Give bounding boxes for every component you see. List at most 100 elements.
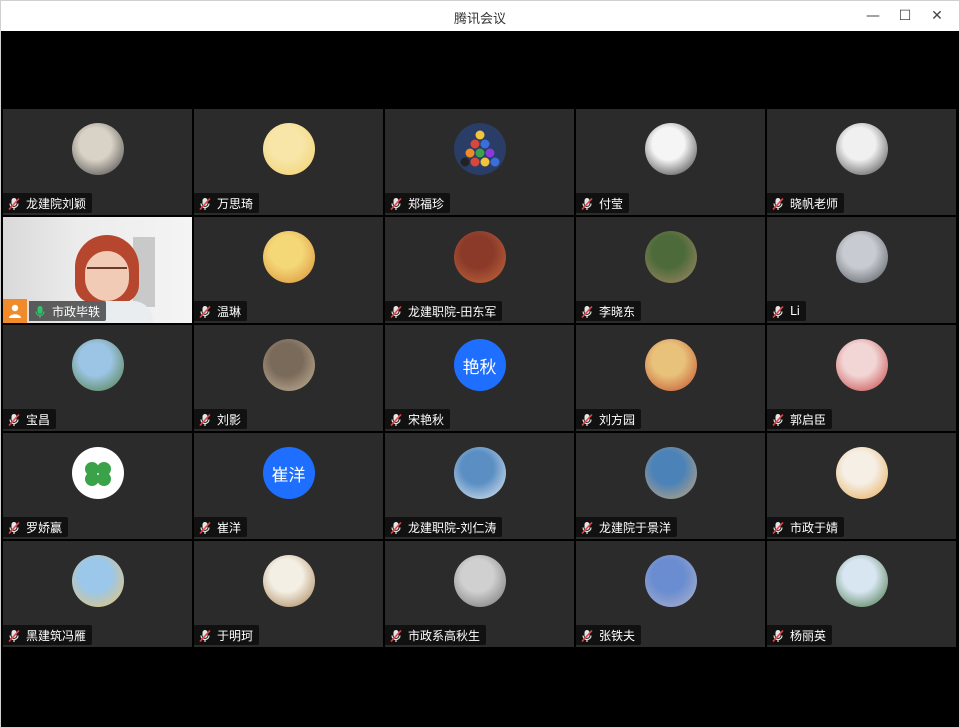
name-label: 龙建职院-田东军 bbox=[385, 301, 503, 321]
name-label: Li bbox=[767, 301, 807, 321]
title-bar[interactable]: 腾讯会议 — ☐ ✕ bbox=[1, 1, 959, 31]
participant-tile[interactable]: 龙建院刘颖 bbox=[3, 109, 192, 215]
participant-name: 龙建职院-刘仁涛 bbox=[408, 520, 497, 535]
name-label: 龙建院于景洋 bbox=[576, 517, 678, 537]
avatar bbox=[453, 447, 506, 499]
microphone-muted-icon bbox=[389, 628, 403, 643]
participant-tile[interactable]: 刘影 bbox=[194, 325, 383, 431]
microphone-muted-icon bbox=[7, 628, 21, 643]
microphone-muted-icon bbox=[198, 412, 212, 427]
participant-tile[interactable]: 杨丽英 bbox=[767, 541, 956, 647]
participant-name: 刘影 bbox=[217, 412, 242, 427]
avatar bbox=[262, 231, 315, 283]
name-label: 郭启臣 bbox=[767, 409, 833, 429]
participant-name: 黑建筑冯雁 bbox=[26, 628, 87, 643]
avatar bbox=[835, 123, 888, 175]
participant-name: 市政系高秋生 bbox=[408, 628, 481, 643]
name-label: 李晓东 bbox=[576, 301, 642, 321]
minimize-button[interactable]: — bbox=[857, 1, 889, 31]
name-label: 市政系高秋生 bbox=[385, 625, 487, 645]
participant-name: 李晓东 bbox=[599, 304, 636, 319]
name-label: 刘影 bbox=[194, 409, 248, 429]
participant-tile[interactable]: 宝昌 bbox=[3, 325, 192, 431]
close-button[interactable]: ✕ bbox=[921, 1, 953, 31]
avatar bbox=[71, 123, 124, 175]
participant-tile[interactable]: 付莹 bbox=[576, 109, 765, 215]
name-label: 温琳 bbox=[194, 301, 248, 321]
avatar bbox=[71, 339, 124, 391]
avatar bbox=[644, 339, 697, 391]
participant-name: 龙建院于景洋 bbox=[599, 520, 672, 535]
participant-name: 龙建院刘颖 bbox=[26, 196, 87, 211]
microphone-muted-icon bbox=[389, 412, 403, 427]
participant-tile[interactable]: 郭启臣 bbox=[767, 325, 956, 431]
participant-tile[interactable]: 龙建院于景洋 bbox=[576, 433, 765, 539]
participant-tile[interactable]: 刘方园 bbox=[576, 325, 765, 431]
participant-tile[interactable]: 龙建职院-刘仁涛 bbox=[385, 433, 574, 539]
microphone-muted-icon bbox=[198, 520, 212, 535]
avatar-initials: 艳秋 bbox=[462, 357, 497, 378]
avatar-initials: 崔洋 bbox=[271, 465, 306, 486]
participant-tile[interactable]: 市政毕轶 bbox=[3, 217, 192, 323]
avatar bbox=[453, 231, 506, 283]
microphone-muted-icon bbox=[389, 520, 403, 535]
microphone-muted-icon bbox=[771, 520, 785, 535]
avatar bbox=[453, 123, 506, 175]
participant-tile[interactable]: 万思琦 bbox=[194, 109, 383, 215]
participant-name: Li bbox=[790, 304, 801, 318]
participant-tile[interactable]: 张铁夫 bbox=[576, 541, 765, 647]
microphone-muted-icon bbox=[771, 304, 785, 319]
maximize-icon: ☐ bbox=[898, 8, 912, 24]
participant-tile[interactable]: 艳秋宋艳秋 bbox=[385, 325, 574, 431]
participant-name: 张铁夫 bbox=[599, 628, 636, 643]
participant-name: 市政毕轶 bbox=[52, 304, 101, 319]
participant-grid: 龙建院刘颖 万思琦 郑福珍 付莹 晓帆老师市政毕轶 温琳 龙建职院-田东军 李晓东 Li 宝昌 刘影… bbox=[3, 109, 957, 649]
microphone-muted-icon bbox=[580, 520, 594, 535]
maximize-button[interactable]: ☐ bbox=[889, 1, 921, 31]
participant-tile[interactable]: 市政系高秋生 bbox=[385, 541, 574, 647]
microphone-muted-icon bbox=[198, 304, 212, 319]
avatar: 艳秋 bbox=[453, 339, 506, 391]
participant-tile[interactable]: 李晓东 bbox=[576, 217, 765, 323]
microphone-muted-icon bbox=[580, 628, 594, 643]
participant-name: 崔洋 bbox=[217, 520, 242, 535]
name-label: 郑福珍 bbox=[385, 193, 451, 213]
participant-tile[interactable]: 温琳 bbox=[194, 217, 383, 323]
name-label: 张铁夫 bbox=[576, 625, 642, 645]
participant-name: 于明珂 bbox=[217, 628, 254, 643]
participant-name: 温琳 bbox=[217, 304, 242, 319]
microphone-muted-icon bbox=[198, 628, 212, 643]
avatar bbox=[262, 555, 315, 607]
host-icon bbox=[3, 299, 27, 323]
participant-tile[interactable]: 市政于婧 bbox=[767, 433, 956, 539]
avatar bbox=[262, 123, 315, 175]
participant-tile[interactable]: Li bbox=[767, 217, 956, 323]
participant-tile[interactable]: 晓帆老师 bbox=[767, 109, 956, 215]
participant-name: 龙建职院-田东军 bbox=[408, 304, 497, 319]
participant-name: 万思琦 bbox=[217, 196, 254, 211]
participant-tile[interactable]: 郑福珍 bbox=[385, 109, 574, 215]
participant-tile[interactable]: 黑建筑冯雁 bbox=[3, 541, 192, 647]
avatar bbox=[71, 555, 124, 607]
avatar bbox=[644, 231, 697, 283]
participant-tile[interactable]: 罗娇赢 bbox=[3, 433, 192, 539]
microphone-muted-icon bbox=[389, 304, 403, 319]
name-label: 黑建筑冯雁 bbox=[3, 625, 93, 645]
avatar bbox=[262, 339, 315, 391]
name-label: 万思琦 bbox=[194, 193, 260, 213]
participant-name: 市政于婧 bbox=[790, 520, 839, 535]
avatar bbox=[644, 555, 697, 607]
avatar bbox=[71, 447, 124, 499]
name-label: 市政毕轶 bbox=[29, 301, 107, 321]
participant-tile[interactable]: 于明珂 bbox=[194, 541, 383, 647]
name-label: 宋艳秋 bbox=[385, 409, 451, 429]
participant-tile[interactable]: 龙建职院-田东军 bbox=[385, 217, 574, 323]
microphone-muted-icon bbox=[771, 412, 785, 427]
participant-tile[interactable]: 崔洋 崔洋 bbox=[194, 433, 383, 539]
microphone-muted-icon bbox=[7, 520, 21, 535]
microphone-muted-icon bbox=[580, 304, 594, 319]
avatar: 崔洋 bbox=[262, 447, 315, 499]
participant-name: 刘方园 bbox=[599, 412, 636, 427]
name-label: 付莹 bbox=[576, 193, 630, 213]
participant-name: 付莹 bbox=[599, 196, 624, 211]
